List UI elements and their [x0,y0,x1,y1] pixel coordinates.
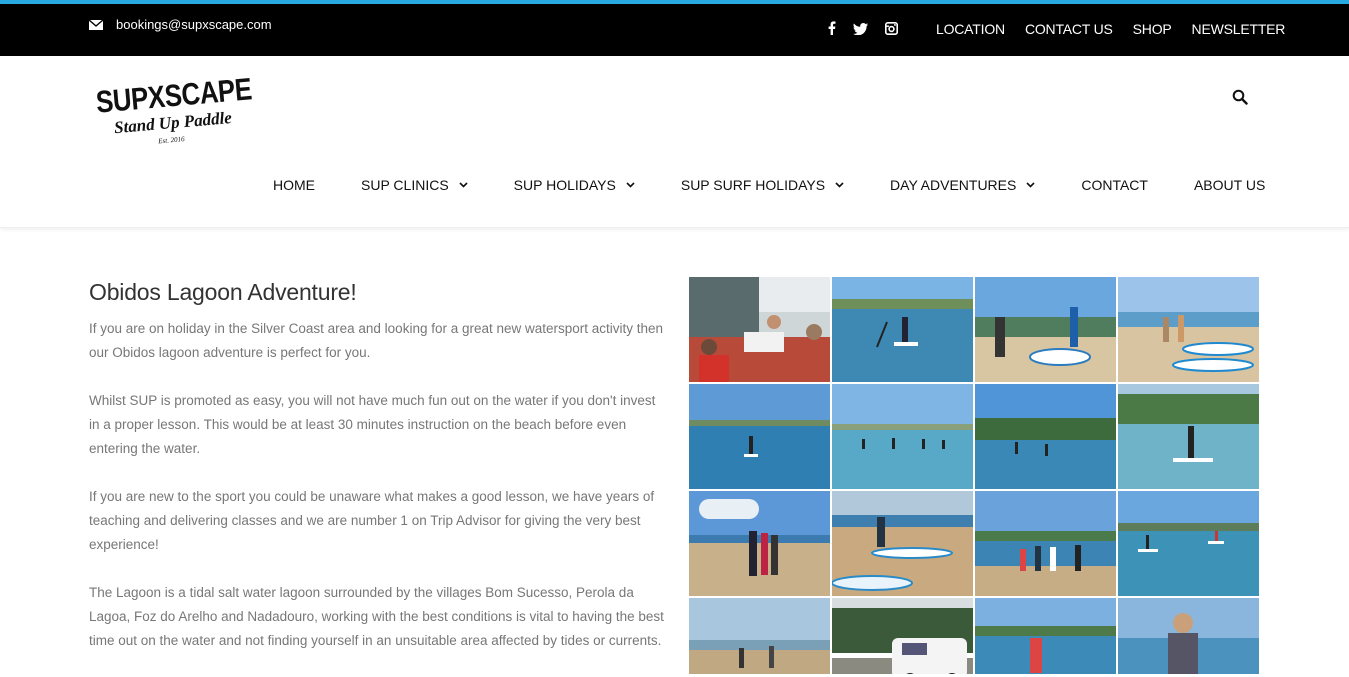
group-paddling-photo[interactable] [832,384,973,489]
woman-on-board-photo[interactable] [975,598,1116,674]
twitter-icon[interactable] [853,22,868,40]
nav-label[interactable]: SUP HOLIDAYS [514,177,616,193]
paddlers-on-water-photo[interactable] [1118,491,1259,596]
nav-label[interactable]: CONTACT [1081,177,1148,193]
nav-label[interactable]: HOME [273,177,315,193]
nav-item-sup-holidays[interactable]: SUP HOLIDAYS [514,177,635,193]
main-nav: HOME SUP CLINICS SUP HOLIDAYS SUP SURF H… [273,177,1265,193]
nav-label[interactable]: SUP SURF HOLIDAYS [681,177,825,193]
group-on-shoreline-photo[interactable] [975,491,1116,596]
top-link-contact-us[interactable]: CONTACT US [1025,21,1113,37]
paddler-on-board-photo[interactable] [1118,384,1259,489]
email-contact[interactable]: bookings@supxscape.com [89,17,272,32]
paddler-on-lagoon-photo[interactable] [832,277,973,382]
chevron-down-icon [459,182,468,188]
nav-item-about-us[interactable]: ABOUT US [1194,177,1265,193]
photo-gallery [689,277,1259,674]
chevron-down-icon [626,182,635,188]
nav-item-sup-surf-holidays[interactable]: SUP SURF HOLIDAYS [681,177,844,193]
beach-group-with-boards-photo[interactable] [975,277,1116,382]
cafe-group-photo[interactable] [689,277,830,382]
envelope-icon [89,19,103,30]
nav-item-home[interactable]: HOME [273,177,315,193]
chevron-down-icon [1026,182,1035,188]
page-title: Obidos Lagoon Adventure! [89,279,357,305]
nav-item-sup-clinics[interactable]: SUP CLINICS [361,177,468,193]
top-bar: bookings@supxscape.com LOCATION CONTACT … [0,4,1349,56]
paddler-distant-photo[interactable] [689,384,830,489]
nav-label[interactable]: ABOUT US [1194,177,1265,193]
logo-est: Est. 2016 [157,135,186,144]
article-paragraph: If you are new to the sport you could be… [89,489,655,552]
top-links: LOCATION CONTACT US SHOP NEWSLETTER [936,21,1305,37]
boards-on-beach-photo[interactable] [832,491,973,596]
site-header: SUPXSCAPE Stand Up Paddle Est. 2016 HOME… [0,56,1349,228]
social-links [828,21,915,40]
nav-item-contact[interactable]: CONTACT [1081,177,1148,193]
article-paragraph: The Lagoon is a tidal salt water lagoon … [89,585,664,648]
beach-people-photo[interactable] [689,598,830,674]
top-link-shop[interactable]: SHOP [1133,21,1172,37]
article-body: If you are on holiday in the Silver Coas… [89,317,664,677]
search-icon[interactable] [1232,89,1248,105]
man-portrait-photo[interactable] [1118,598,1259,674]
paddlers-near-shore-photo[interactable] [975,384,1116,489]
instagram-icon[interactable] [885,21,898,40]
facebook-icon[interactable] [828,21,836,40]
nav-label[interactable]: DAY ADVENTURES [890,177,1016,193]
nav-label[interactable]: SUP CLINICS [361,177,449,193]
top-link-location[interactable]: LOCATION [936,21,1005,37]
email-text[interactable]: bookings@supxscape.com [116,17,272,32]
logo-artwork: SUPXSCAPE Stand Up Paddle Est. 2016 [95,71,253,145]
beach-group-with-paddles-photo[interactable] [689,491,830,596]
article-paragraph: Whilst SUP is promoted as easy, you will… [89,393,656,456]
top-link-newsletter[interactable]: NEWSLETTER [1192,21,1286,37]
chevron-down-icon [835,182,844,188]
site-logo[interactable]: SUPXSCAPE Stand Up Paddle Est. 2016 [94,68,256,145]
nav-item-day-adventures[interactable]: DAY ADVENTURES [890,177,1035,193]
van-photo[interactable] [832,598,973,674]
boards-on-sand-photo[interactable] [1118,277,1259,382]
article-paragraph: If you are on holiday in the Silver Coas… [89,321,664,360]
